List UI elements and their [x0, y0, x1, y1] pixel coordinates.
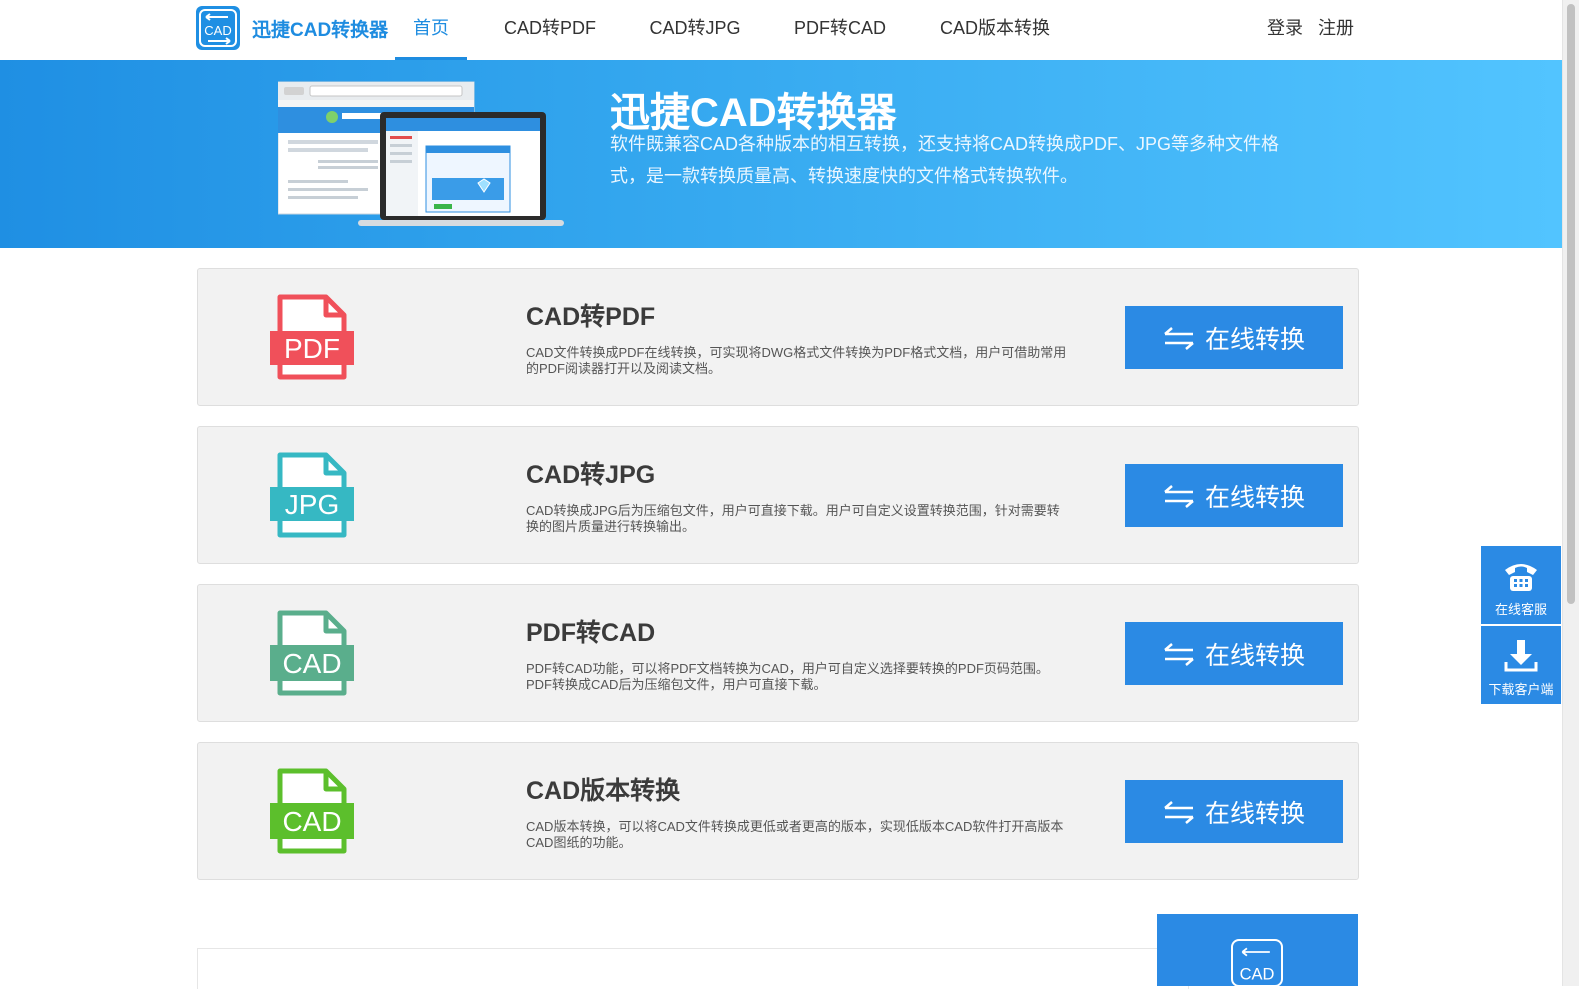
feature-description: CAD转换成JPG后为压缩包文件，用户可直接下载。用户可自定义设置转换范围，针对…: [526, 503, 1060, 534]
swap-arrows-icon: [1164, 800, 1194, 824]
swap-arrows-icon: [1164, 326, 1194, 350]
nav-pdf-to-cad[interactable]: PDF转CAD: [757, 0, 923, 60]
feature-title: PDF转CAD: [526, 619, 656, 647]
feature-description: CAD版本转换，可以将CAD文件转换成更低或者更高的版本，实现低版本CAD软件打…: [526, 819, 1064, 850]
online-service-button[interactable]: 在线客服: [1481, 546, 1561, 624]
button-label: 在线转换: [1204, 325, 1305, 354]
nav-cad-to-jpg[interactable]: CAD转JPG: [633, 0, 757, 60]
cad-logo-icon: CAD: [196, 6, 240, 50]
button-label: 在线转换: [1204, 641, 1305, 670]
online-convert-button[interactable]: 在线转换: [1125, 622, 1343, 685]
feature-title: CAD转PDF: [526, 303, 656, 331]
cad-logo-icon: CAD: [1231, 939, 1283, 987]
swap-arrows-icon: [1164, 484, 1194, 508]
banner-description: 软件既兼容CAD各种版本的相互转换，还支持将CAD转换成PDF、JPG等多种文件…: [610, 134, 1280, 186]
register-link[interactable]: 注册: [1318, 18, 1354, 38]
pdf-file-icon: PDF: [270, 294, 354, 380]
feature-card-cad-to-jpg: JPG CAD转JPG CAD转换成JPG后为压缩包文件，用户可直接下载。用户可…: [197, 426, 1359, 564]
feature-card-cad-version: CAD CAD版本转换 CAD版本转换，可以将CAD文件转换成更低或者更高的版本…: [197, 742, 1359, 880]
phone-icon: [1505, 564, 1537, 591]
svg-text:CAD: CAD: [282, 806, 341, 837]
cad-file-icon: CAD: [270, 768, 354, 854]
scrollbar-thumb[interactable]: [1567, 4, 1575, 604]
feature-card-pdf-to-cad: CAD PDF转CAD PDF转CAD功能，可以将PDF文档转换为CAD，用户可…: [197, 584, 1359, 722]
button-label: 在线转换: [1204, 483, 1305, 512]
button-label: 在线转换: [1204, 799, 1305, 828]
swap-arrows-icon: [1164, 642, 1194, 666]
download-icon: [1504, 640, 1538, 672]
feature-description: CAD文件转换成PDF在线转换，可实现将DWG格式文件转换为PDF格式文档，用户…: [526, 345, 1067, 376]
download-client-button[interactable]: 下载客户端: [1481, 626, 1561, 704]
brand-name: 迅捷CAD转换器: [252, 19, 389, 41]
cad-file-icon: CAD: [270, 610, 354, 696]
svg-text:PDF: PDF: [284, 333, 340, 364]
online-convert-button[interactable]: 在线转换: [1125, 464, 1343, 527]
site-logo[interactable]: CAD 迅捷CAD转换器: [196, 6, 388, 50]
top-navbar: CAD 迅捷CAD转换器 首页 CAD转PDF CAD转JPG PDF转CAD …: [0, 0, 1562, 60]
feature-card-cad-to-pdf: PDF CAD转PDF CAD文件转换成PDF在线转换，可实现将DWG格式文件转…: [197, 268, 1359, 406]
online-convert-button[interactable]: 在线转换: [1125, 780, 1343, 843]
feature-description: PDF转CAD功能，可以将PDF文档转换为CAD，用户可自定义选择要转换的PDF…: [526, 661, 1049, 692]
devices-illustration: [278, 81, 564, 226]
svg-text:CAD: CAD: [282, 648, 341, 679]
svg-text:JPG: JPG: [285, 489, 339, 520]
bottom-section: [197, 948, 1189, 989]
jpg-file-icon: JPG: [270, 452, 354, 538]
bottom-download-panel[interactable]: CAD: [1157, 914, 1358, 987]
side-label: 在线客服: [1494, 602, 1547, 617]
feature-title: CAD转JPG: [526, 461, 656, 489]
nav-cad-version[interactable]: CAD版本转换: [923, 0, 1067, 60]
auth-links: 登录 注册: [1267, 0, 1354, 60]
main-nav: 首页 CAD转PDF CAD转JPG PDF转CAD CAD版本转换: [395, 0, 1067, 60]
nav-home[interactable]: 首页: [395, 0, 467, 60]
hero-banner: 迅捷CAD转换器 软件既兼容CAD各种版本的相互转换，还支持将CAD转换成PDF…: [0, 60, 1562, 248]
svg-text:CAD: CAD: [1240, 966, 1275, 984]
feature-title: CAD版本转换: [526, 777, 681, 805]
login-link[interactable]: 登录: [1267, 18, 1303, 38]
online-convert-button[interactable]: 在线转换: [1125, 306, 1343, 369]
side-label: 下载客户端: [1488, 682, 1554, 697]
logo-text: CAD: [204, 23, 231, 38]
page-scrollbar[interactable]: [1562, 0, 1579, 986]
nav-cad-to-pdf[interactable]: CAD转PDF: [467, 0, 633, 60]
